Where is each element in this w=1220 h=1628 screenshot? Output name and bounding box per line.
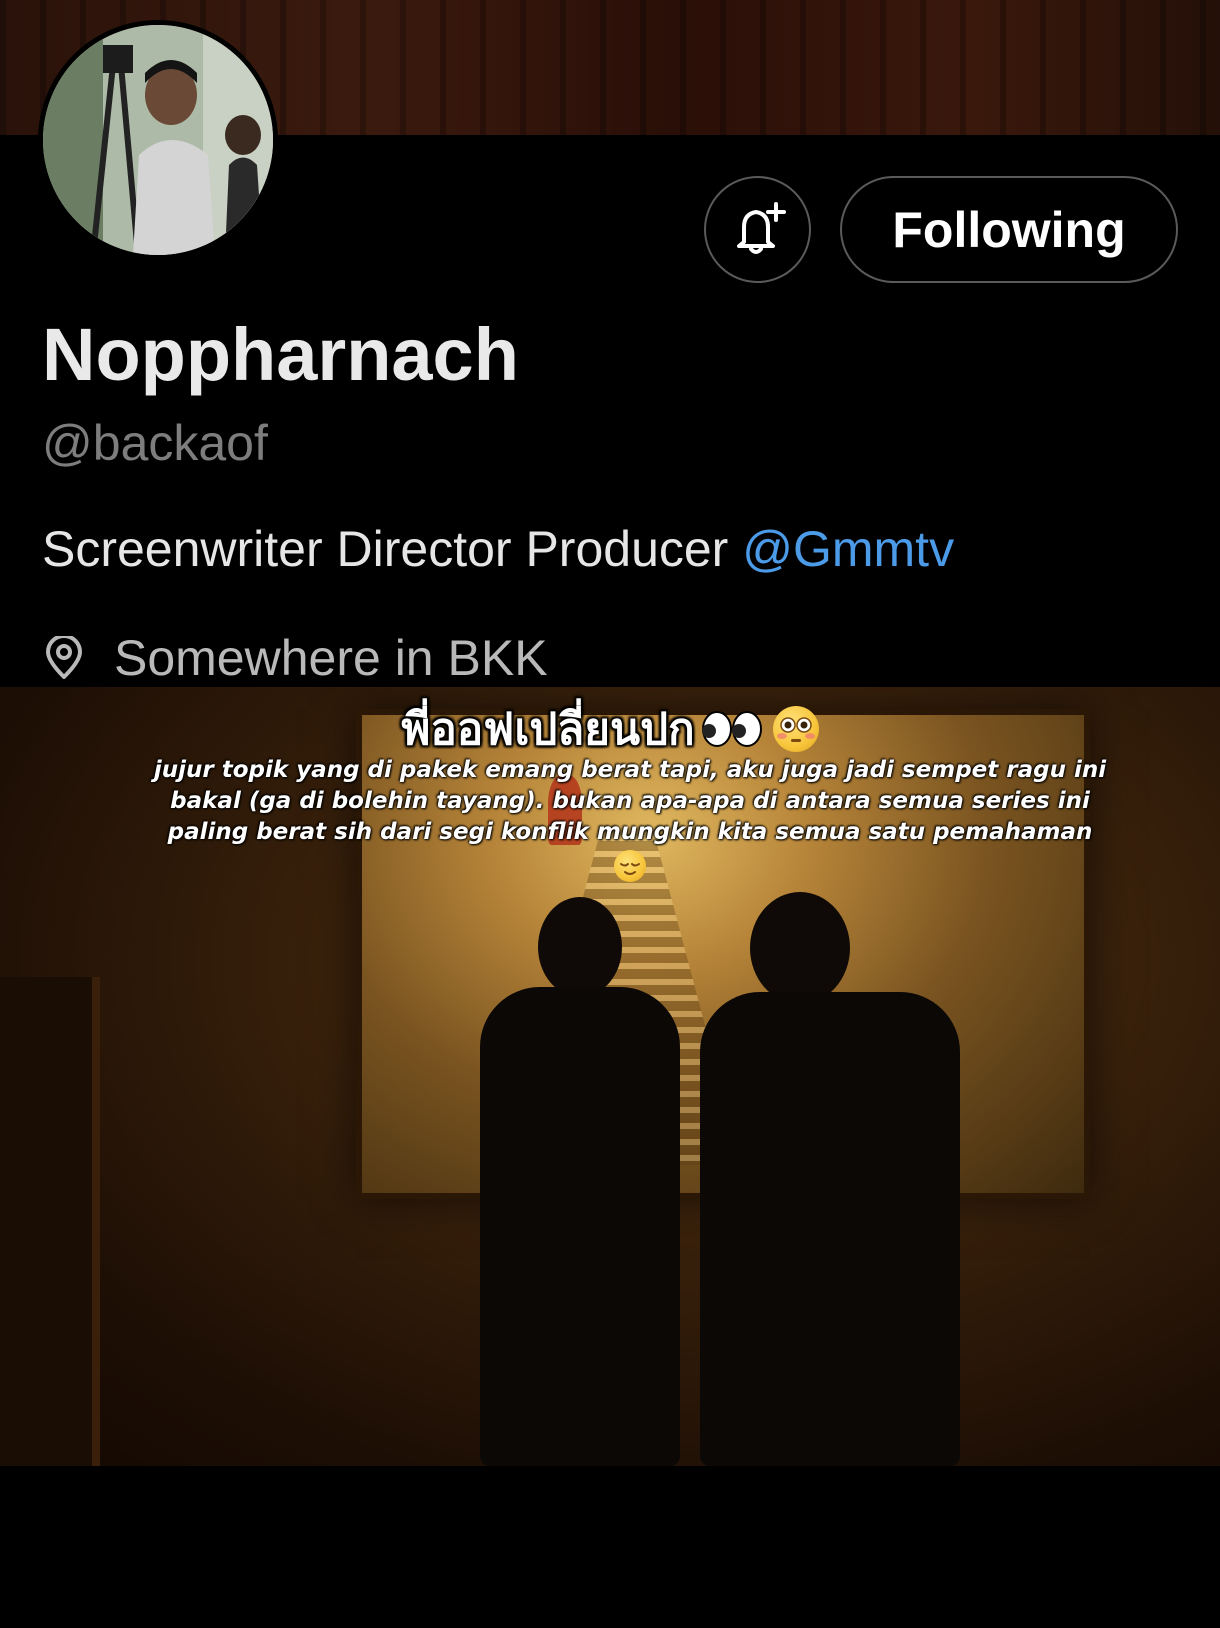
man-left xyxy=(470,897,690,1466)
bottom-black-bar xyxy=(0,1466,1220,1628)
flushed-face-emoji xyxy=(772,706,819,752)
following-button[interactable]: Following xyxy=(840,176,1178,283)
profile-bio: Screenwriter Director Producer @Gmmtv xyxy=(42,520,954,578)
relieved-face-emoji xyxy=(614,850,646,882)
man-right xyxy=(700,892,960,1466)
thai-caption-text: พี่ออฟเปลี่ยนปก xyxy=(401,704,695,755)
notification-bell-button[interactable] xyxy=(704,176,811,283)
door-frame xyxy=(0,977,100,1466)
caption-body-text: jujur topik yang di pakek emang berat ta… xyxy=(153,757,1107,845)
location-text: Somewhere in BKK xyxy=(114,630,548,686)
location-row: Somewhere in BKK xyxy=(44,628,548,688)
avatar[interactable] xyxy=(38,20,278,260)
bio-mention-link[interactable]: @Gmmtv xyxy=(742,521,954,577)
location-pin-icon xyxy=(46,636,82,679)
user-handle: @backaof xyxy=(42,415,268,471)
thai-caption: พี่ออฟเปลี่ยนปก xyxy=(0,694,1220,764)
bio-text: Screenwriter Director Producer xyxy=(42,521,743,577)
eyes-emoji xyxy=(701,711,762,747)
bell-plus-icon xyxy=(736,201,786,254)
display-name: Noppharnach xyxy=(42,313,519,396)
caption-body: jujur topik yang di pakek emang berat ta… xyxy=(150,755,1110,882)
avatar-photo xyxy=(43,25,273,255)
